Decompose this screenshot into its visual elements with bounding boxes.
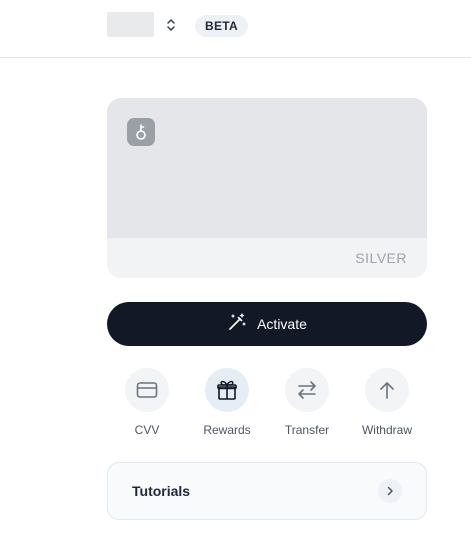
gift-icon xyxy=(205,368,249,412)
activate-button[interactable]: Activate xyxy=(107,302,427,346)
transfer-button[interactable]: Transfer xyxy=(267,368,347,440)
card-tier-label: SILVER xyxy=(355,250,407,266)
beta-badge: BETA xyxy=(195,15,248,37)
card-preview[interactable]: SILVER xyxy=(107,98,427,278)
rewards-button[interactable]: Rewards xyxy=(187,368,267,440)
tutorials-row[interactable]: Tutorials xyxy=(107,462,427,520)
top-bar: BETA xyxy=(0,0,471,58)
cvv-button[interactable]: CVV xyxy=(107,368,187,440)
chevron-up-down-icon[interactable] xyxy=(162,15,180,35)
rewards-label: Rewards xyxy=(203,423,251,437)
brand-logo[interactable] xyxy=(107,12,154,37)
transfer-label: Transfer xyxy=(284,423,330,437)
magic-wand-icon xyxy=(227,312,247,337)
chevron-right-icon xyxy=(378,479,402,503)
tutorials-label: Tutorials xyxy=(132,483,191,499)
credit-card-icon xyxy=(125,368,169,412)
arrows-left-right-icon xyxy=(285,368,329,412)
cvv-label: CVV xyxy=(134,423,160,437)
quick-actions: CVV Rewards Transfer Withdraw xyxy=(107,368,427,440)
withdraw-button[interactable]: Withdraw xyxy=(347,368,427,440)
activate-label: Activate xyxy=(257,316,307,332)
card-face xyxy=(107,98,427,238)
key-chip-icon xyxy=(127,118,155,146)
arrow-up-icon xyxy=(365,368,409,412)
withdraw-label: Withdraw xyxy=(361,423,412,437)
